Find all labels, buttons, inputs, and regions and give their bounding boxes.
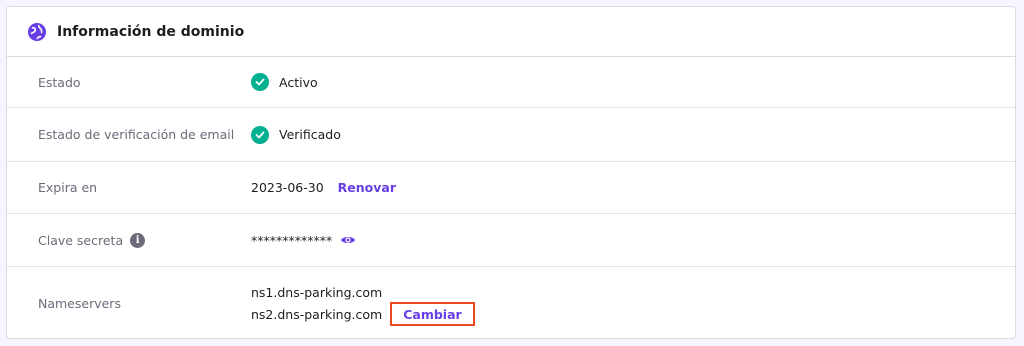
nameserver-2: ns2.dns-parking.com xyxy=(251,306,383,322)
nameservers-list: ns1.dns-parking.com ns2.dns-parking.com … xyxy=(251,281,475,326)
email-status-value: Verificado xyxy=(279,127,341,142)
secret-key-label: Clave secreta xyxy=(38,232,124,248)
row-email-verification: Estado de verificación de email Verifica… xyxy=(7,108,1015,162)
change-nameservers-highlight: Cambiar xyxy=(390,302,475,326)
row-nameservers: Nameservers ns1.dns-parking.com ns2.dns-… xyxy=(7,267,1015,338)
nameserver-item: ns1.dns-parking.com xyxy=(251,281,475,303)
row-label: Nameservers xyxy=(38,295,121,311)
card-title: Información de dominio xyxy=(57,23,245,40)
row-value: Activo xyxy=(251,73,318,91)
nameserver-1: ns1.dns-parking.com xyxy=(251,284,383,300)
row-label: Estado de verificación de email xyxy=(38,127,235,142)
row-clave-secreta: Clave secreta i ************* xyxy=(7,214,1015,267)
row-label: Estado xyxy=(38,74,81,90)
info-icon[interactable]: i xyxy=(130,232,146,248)
renew-link[interactable]: Renovar xyxy=(338,180,396,195)
secret-key-value: ************* xyxy=(251,232,333,248)
row-value: 2023-06-30 Renovar xyxy=(251,180,396,195)
check-circle-icon xyxy=(251,125,269,144)
eye-icon[interactable] xyxy=(340,234,356,246)
row-estado: Estado Activo xyxy=(7,57,1015,108)
check-circle-icon xyxy=(251,73,269,91)
card-header: Información de dominio xyxy=(7,7,1015,57)
globe-icon xyxy=(27,22,47,42)
domain-info-card: Información de dominio Estado Activo Est… xyxy=(6,6,1016,339)
row-value: Verificado xyxy=(251,125,341,144)
change-nameservers-button[interactable]: Cambiar xyxy=(403,307,461,322)
status-value: Activo xyxy=(279,74,318,90)
row-label: Expira en xyxy=(38,180,98,195)
row-value: ************* xyxy=(251,233,356,248)
row-label: Clave secreta i xyxy=(7,232,251,248)
row-expira: Expira en 2023-06-30 Renovar xyxy=(7,162,1015,214)
nameserver-item: ns2.dns-parking.com Cambiar xyxy=(251,302,475,326)
expiry-date: 2023-06-30 xyxy=(251,180,324,195)
